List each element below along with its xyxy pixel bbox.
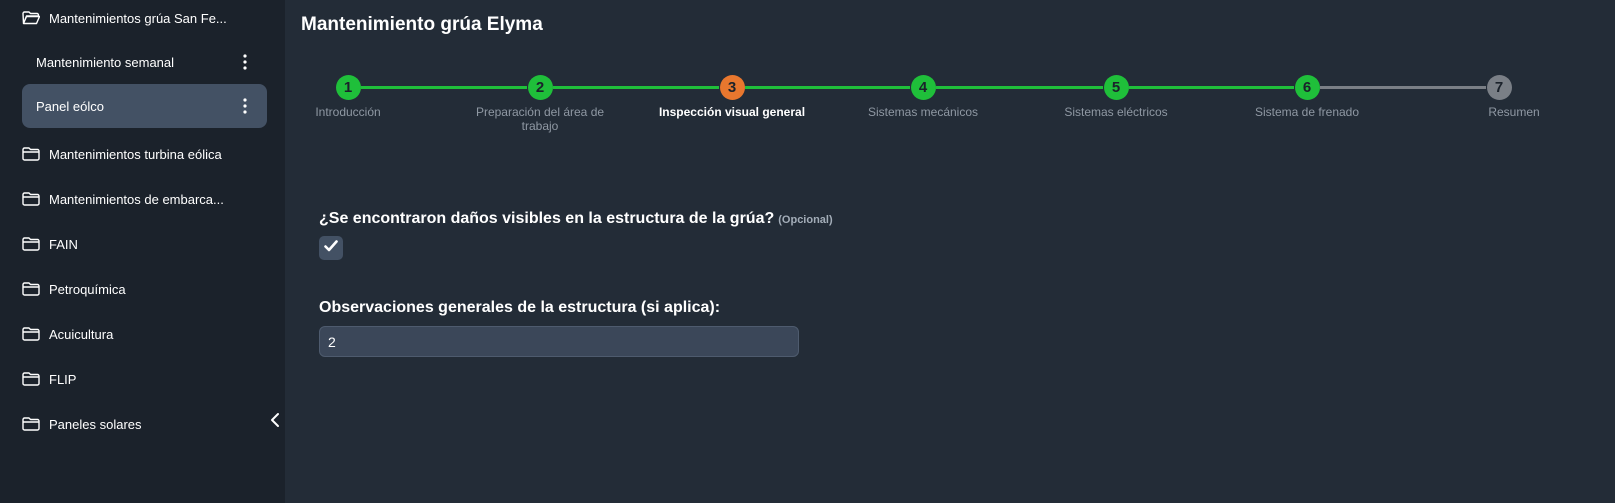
- step-2-label: Preparación del área de trabajo: [475, 105, 605, 133]
- main-content: Mantenimiento grúa Elyma 1 Introducción 2 P…: [285, 0, 1615, 503]
- step-3-indicator[interactable]: 3: [719, 75, 745, 100]
- step-connector: [745, 86, 910, 89]
- folder-icon: [22, 327, 40, 341]
- sidebar-folder-mantenimientos-grua-san-fe[interactable]: Mantenimientos grúa San Fe...: [22, 0, 267, 40]
- collapse-sidebar-button[interactable]: [266, 412, 284, 432]
- app: Mantenimientos grúa San Fe... Mantenimie…: [0, 0, 1615, 503]
- step-connector: [361, 86, 527, 89]
- sidebar-folder-fain[interactable]: FAIN: [22, 222, 267, 266]
- sidebar-folder-petroquimica[interactable]: Petroquímica: [22, 267, 267, 311]
- sidebar-folder-label: FAIN: [49, 236, 78, 252]
- sidebar-folder-label: Mantenimientos turbina eólica: [49, 146, 222, 162]
- step-connector: [1320, 86, 1486, 89]
- sidebar-item-label: Panel eólco: [36, 98, 104, 114]
- sidebar-folder-label: Acuicultura: [49, 326, 114, 342]
- sidebar-folder-acuicultura[interactable]: Acuicultura: [22, 312, 267, 356]
- step-4-label: Sistemas mecánicos: [867, 105, 979, 119]
- folder-icon: [22, 147, 40, 161]
- folder-icon: [22, 192, 40, 206]
- chevron-left-icon: [270, 412, 280, 433]
- question-label: ¿Se encontraron daños visibles en la est…: [319, 210, 775, 227]
- observations-input[interactable]: [319, 326, 799, 357]
- checkmark-icon: [324, 239, 338, 257]
- step-5-indicator[interactable]: 5: [1103, 75, 1129, 100]
- step-connector: [1129, 86, 1294, 89]
- step-1-indicator[interactable]: 1: [335, 75, 361, 100]
- stepper: 1 Introducción 2 Preparación del área de tr…: [285, 0, 1615, 140]
- step-2-indicator[interactable]: 2: [527, 75, 553, 100]
- folder-icon: [22, 372, 40, 386]
- optional-label: (Opcional): [778, 214, 833, 226]
- step-4-indicator[interactable]: 4: [910, 75, 936, 100]
- folder-icon: [22, 237, 40, 251]
- sidebar-folder-label: FLIP: [49, 371, 77, 387]
- step-1-label: Introducción: [315, 105, 381, 119]
- sidebar-folder-label: Paneles solares: [49, 416, 142, 432]
- sidebar-folder-paneles-solares[interactable]: Paneles solares: [22, 402, 267, 446]
- sidebar-folder-flip[interactable]: FLIP: [22, 357, 267, 401]
- sidebar-item-panel-eolco[interactable]: Panel eólco: [22, 84, 267, 128]
- sidebar-folder-turbina-eolica[interactable]: Mantenimientos turbina eólica: [22, 132, 267, 176]
- step-7-label: Resumen: [1488, 105, 1540, 119]
- sidebar-item-label: Mantenimiento semanal: [36, 54, 175, 70]
- folder-icon: [22, 417, 40, 431]
- step-3-label: Inspección visual general: [658, 105, 806, 119]
- sidebar-item-mantenimiento-semanal[interactable]: Mantenimiento semanal: [22, 40, 267, 84]
- damage-visible-checkbox[interactable]: [319, 236, 343, 260]
- sidebar-folder-label: Mantenimientos de embarca...: [49, 191, 224, 207]
- step-6-label: Sistema de frenado: [1254, 105, 1360, 119]
- step-connector: [936, 86, 1103, 89]
- step-7-indicator[interactable]: 7: [1486, 75, 1512, 100]
- step-connector: [553, 86, 719, 89]
- question-damage-visible: ¿Se encontraron daños visibles en la est…: [319, 210, 833, 228]
- step-6-indicator[interactable]: 6: [1294, 75, 1320, 100]
- step-5-label: Sistemas eléctricos: [1064, 105, 1168, 119]
- question-observations: Observaciones generales de la estructura…: [319, 299, 721, 316]
- folder-open-icon: [22, 11, 40, 25]
- sidebar-folder-label: Mantenimientos grúa San Fe...: [49, 10, 227, 26]
- folder-icon: [22, 282, 40, 296]
- sidebar-folder-label: Petroquímica: [49, 281, 126, 297]
- sidebar-folder-embarcaciones[interactable]: Mantenimientos de embarca...: [22, 177, 267, 221]
- more-options-icon[interactable]: [233, 50, 257, 74]
- more-options-icon[interactable]: [233, 94, 257, 118]
- sidebar: Mantenimientos grúa San Fe... Mantenimie…: [0, 0, 285, 503]
